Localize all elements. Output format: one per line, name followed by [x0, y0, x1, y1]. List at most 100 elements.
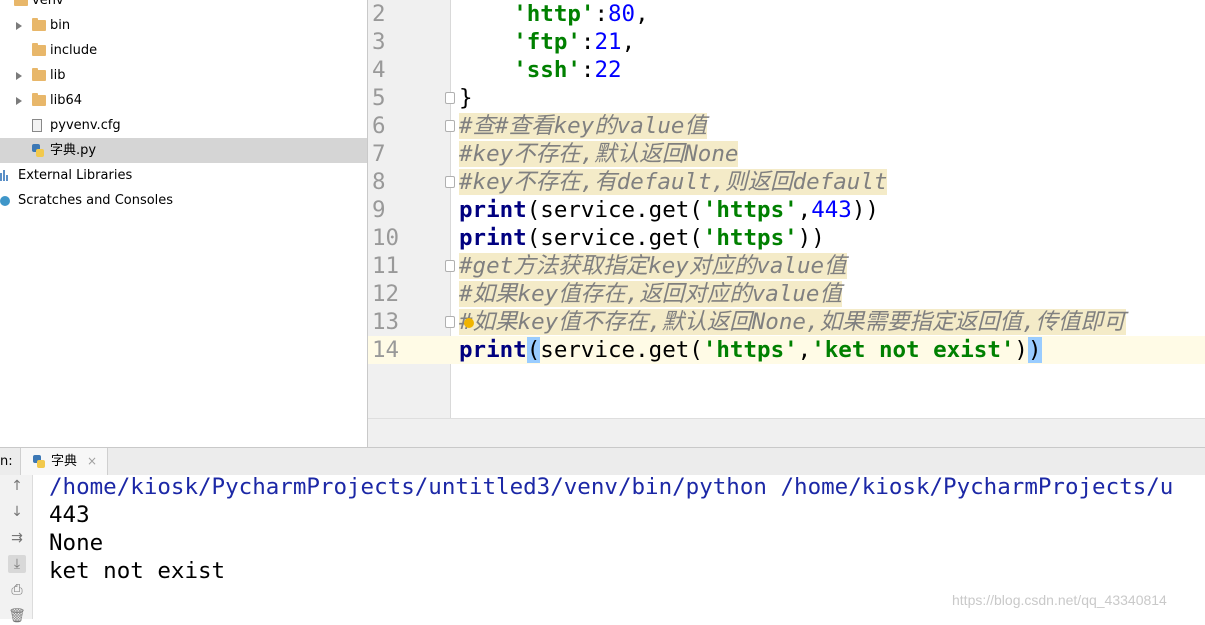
trash-icon[interactable]: 🗑: [8, 607, 26, 625]
code-text[interactable]: #get方法获取指定key对应的value值: [459, 252, 847, 280]
intention-bulb-icon[interactable]: [464, 318, 474, 328]
run-toolbar: ↑ ↓ ⇉ ⤓ ⎙ 🗑: [0, 475, 33, 624]
line-number: 5: [372, 85, 386, 111]
tree-item-label: pyvenv.cfg: [50, 118, 121, 133]
soft-wrap-icon[interactable]: ⇉: [8, 529, 26, 547]
fold-marker-icon[interactable]: [445, 316, 455, 328]
chevron-right-icon[interactable]: [16, 72, 22, 80]
code-token: ,: [635, 1, 649, 27]
code-line[interactable]: 7 #key不存在,默认返回None: [368, 140, 1205, 168]
code-line[interactable]: 8 #key不存在,有default,则返回default: [368, 168, 1205, 196]
scroll-down-icon[interactable]: ↓: [8, 503, 26, 521]
code-token: :: [594, 1, 609, 27]
code-text[interactable]: #key不存在,默认返回None: [459, 140, 739, 168]
code-line[interactable]: 9 print(service.get('https',443)): [368, 196, 1205, 224]
console-line: /home/kiosk/PycharmProjects/untitled3/ve…: [49, 474, 1174, 500]
code-token: 443: [811, 197, 852, 223]
code-line[interactable]: 10 print(service.get('https')): [368, 224, 1205, 252]
code-text[interactable]: #查#查看key的value值: [459, 112, 707, 140]
code-token: 'ftp': [513, 29, 581, 55]
tree-item-label: lib64: [50, 93, 83, 108]
code-line[interactable]: 13 #如果key值不存在,默认返回None,如果需要指定返回值,传值即可: [368, 308, 1205, 336]
code-token: 21: [594, 29, 622, 55]
tree-item[interactable]: bin: [0, 13, 367, 38]
code-token: 'http': [513, 1, 595, 27]
tree-item-label: venv: [32, 0, 64, 8]
code-token: ,: [621, 29, 636, 55]
folder-icon: [32, 68, 46, 81]
code-token: #key不存在,默认返回None: [459, 141, 739, 167]
console-line: ket not exist: [49, 558, 226, 584]
code-token: 'https': [702, 197, 798, 223]
folder-icon: [32, 43, 46, 56]
tree-item[interactable]: include: [0, 38, 367, 63]
code-token: 22: [594, 57, 622, 83]
code-token: (: [526, 337, 541, 363]
line-number: 8: [372, 169, 386, 195]
chevron-right-icon[interactable]: [16, 22, 22, 30]
tree-item[interactable]: lib: [0, 63, 367, 88]
line-number: 10: [372, 225, 400, 251]
code-line[interactable]: 5}: [368, 84, 1205, 112]
code-line[interactable]: 3 'ftp':21,: [368, 28, 1205, 56]
print-icon[interactable]: ⎙: [8, 581, 26, 599]
tree-item[interactable]: lib64: [0, 88, 367, 113]
fold-marker-icon[interactable]: [445, 260, 455, 272]
code-line[interactable]: 11 #get方法获取指定key对应的value值: [368, 252, 1205, 280]
fold-marker-icon[interactable]: [445, 120, 455, 132]
tree-item-label: Scratches and Consoles: [18, 193, 174, 208]
code-text[interactable]: 'http':80,: [459, 0, 649, 28]
python-file-icon: [32, 144, 44, 157]
code-text[interactable]: 'ssh':22: [459, 56, 622, 84]
tree-item[interactable]: 字典.py: [0, 138, 367, 163]
code-line[interactable]: 12 #如果key值存在,返回对应的value值: [368, 280, 1205, 308]
watermark: https://blog.csdn.net/qq_43340814: [952, 592, 1167, 608]
tree-item[interactable]: pyvenv.cfg: [0, 113, 367, 138]
line-number: 4: [372, 57, 386, 83]
code-line[interactable]: 2 'http':80,: [368, 0, 1205, 28]
code-line[interactable]: 6 #查#查看key的value值: [368, 112, 1205, 140]
code-text[interactable]: 'ftp':21,: [459, 28, 635, 56]
line-number: 9: [372, 197, 386, 223]
tree-item[interactable]: Scratches and Consoles: [0, 188, 367, 213]
line-number: 7: [372, 141, 386, 167]
code-editor[interactable]: 2 'http':80, 3 'ftp':21, 4 'ssh':22 5} 6 #查#查…: [368, 0, 1205, 418]
chevron-right-icon[interactable]: [16, 97, 22, 105]
line-number: 6: [372, 113, 386, 139]
folder-link-icon: [32, 93, 46, 106]
console-line: None: [49, 530, 104, 556]
fold-marker-icon[interactable]: [445, 176, 455, 188]
code-text[interactable]: print(service.get('https',443)): [459, 196, 879, 224]
code-token: #key不存在,有default,则返回default: [459, 169, 888, 195]
console-line: 443: [49, 502, 90, 528]
tree-item-label: 字典.py: [50, 143, 97, 158]
code-token: 'ket not exist': [811, 337, 1015, 363]
code-token: ): [1027, 337, 1042, 363]
folder-icon: [32, 18, 46, 31]
code-text[interactable]: print(service.get('https')): [459, 224, 825, 252]
code-text[interactable]: }: [459, 84, 473, 112]
line-number: 11: [372, 253, 400, 279]
tree-item[interactable]: External Libraries: [0, 163, 367, 188]
code-line[interactable]: 14 print(service.get('https','ket not exi…: [368, 336, 1205, 364]
scroll-to-end-icon[interactable]: ⤓: [8, 555, 26, 573]
tree-item[interactable]: venv: [0, 0, 367, 13]
run-tab-label: 字典: [51, 454, 78, 469]
code-text[interactable]: print(service.get('https','ket not exist…: [459, 336, 1042, 364]
code-token: 80: [608, 1, 636, 27]
editor-breadcrumb-bar: [368, 418, 1205, 448]
code-text[interactable]: #如果key值存在,返回对应的value值: [459, 280, 842, 308]
code-token: ,: [797, 337, 812, 363]
run-panel-label: n:: [0, 454, 13, 469]
run-tab[interactable]: 字典 ×: [20, 448, 108, 475]
scratches-icon: [0, 196, 10, 206]
code-line[interactable]: 4 'ssh':22: [368, 56, 1205, 84]
close-icon[interactable]: ×: [87, 448, 97, 475]
fold-marker-icon[interactable]: [445, 92, 455, 104]
python-file-icon: [33, 455, 45, 468]
code-text[interactable]: #如果key值不存在,默认返回None,如果需要指定返回值,传值即可: [459, 308, 1126, 336]
project-tree: venv bin include lib lib64 pyvenv.cfg 字典.py Ext…: [0, 0, 368, 447]
code-text[interactable]: #key不存在,有default,则返回default: [459, 168, 888, 196]
scroll-up-icon[interactable]: ↑: [8, 477, 26, 495]
